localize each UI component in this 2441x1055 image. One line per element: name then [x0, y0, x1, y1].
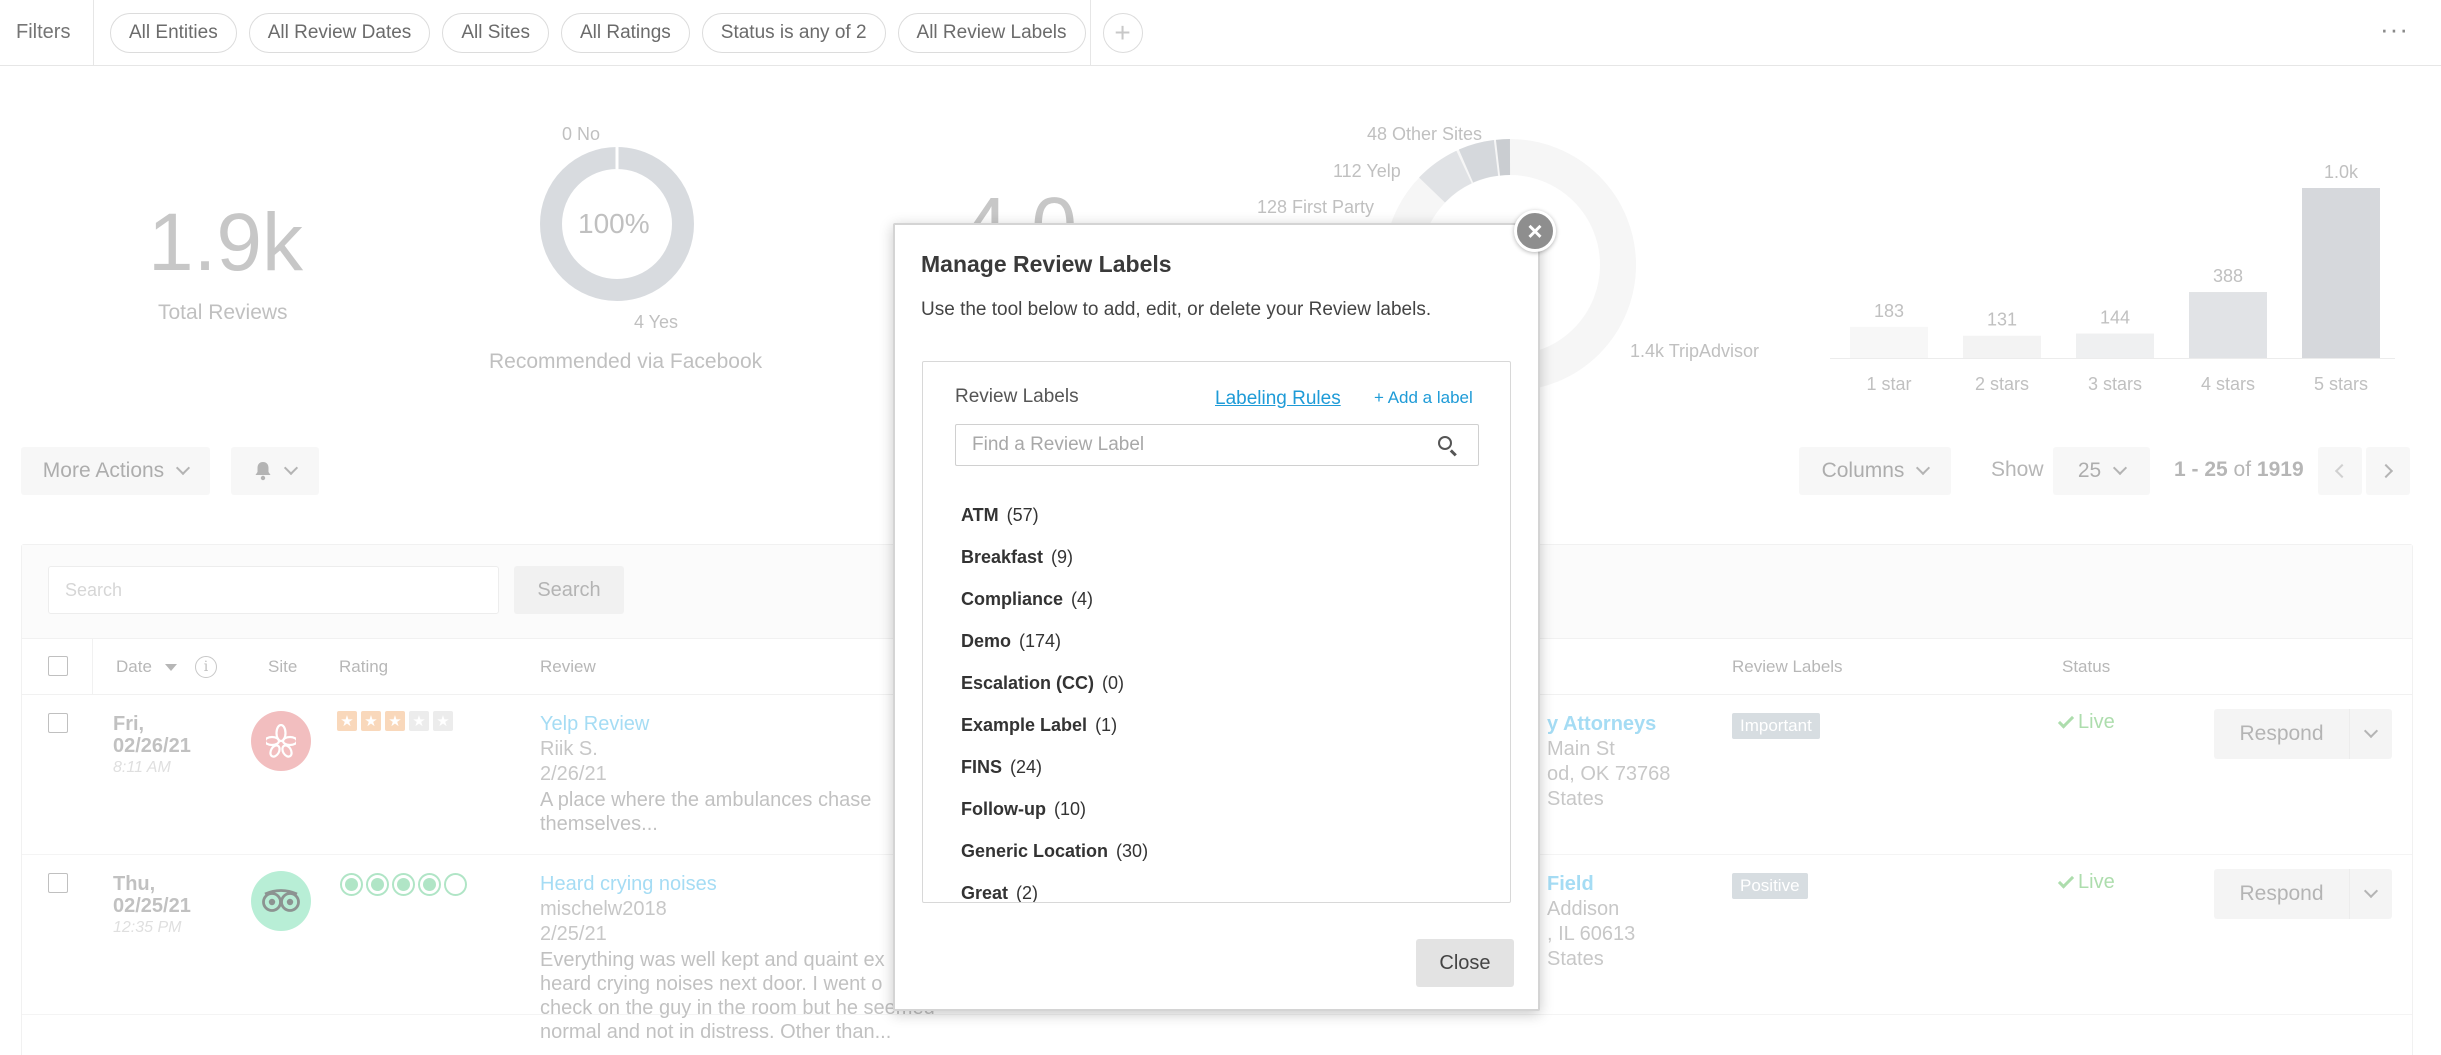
find-label-placeholder: Find a Review Label	[972, 434, 1145, 455]
label-item-compliance[interactable]: Compliance (4)	[961, 578, 1491, 620]
label-item-escalation[interactable]: Escalation (CC) (0)	[961, 662, 1491, 704]
label-count: (174)	[1019, 630, 1062, 651]
filter-chip-status[interactable]: Status is any of 2	[701, 12, 886, 53]
label-item-great[interactable]: Great (2)	[961, 872, 1491, 903]
modal-title: Manage Review Labels	[921, 251, 1172, 277]
close-icon[interactable]: ×	[1514, 210, 1556, 252]
add-label-link[interactable]: + Add a label	[1374, 388, 1473, 408]
filter-chip-ratings[interactable]: All Ratings	[560, 12, 690, 53]
find-label-input[interactable]: Find a Review Label	[955, 424, 1479, 466]
label-count: (1)	[1095, 714, 1118, 735]
label-name: Great	[961, 882, 1009, 903]
label-item-example-label[interactable]: Example Label (1)	[961, 704, 1491, 746]
label-name: Escalation (CC)	[961, 672, 1095, 693]
label-item-fins[interactable]: FINS (24)	[961, 746, 1491, 788]
label-count: (24)	[1010, 756, 1043, 777]
label-list: ATM (57) Breakfast (9) Compliance (4) Demo (…	[961, 494, 1491, 903]
label-count: (9)	[1051, 546, 1074, 567]
filter-bar: Filters All Entities All Review Dates Al…	[0, 0, 2441, 66]
filter-chip-entities[interactable]: All Entities	[110, 12, 237, 53]
label-item-follow-up[interactable]: Follow-up (10)	[961, 788, 1491, 830]
filter-chip-sites[interactable]: All Sites	[442, 12, 549, 53]
label-count: (0)	[1102, 672, 1125, 693]
label-count: (2)	[1016, 882, 1039, 903]
label-name: Compliance	[961, 588, 1064, 609]
filter-divider	[1089, 0, 1091, 66]
modal-description: Use the tool below to add, edit, or dele…	[921, 299, 1432, 320]
manage-review-labels-modal: Manage Review Labels Use the tool below …	[893, 223, 1540, 1011]
filters-label: Filters	[0, 0, 94, 66]
label-name: Generic Location	[961, 840, 1109, 861]
labeling-rules-link[interactable]: Labeling Rules	[1215, 388, 1341, 410]
label-name: ATM	[961, 504, 999, 525]
label-name: Demo	[961, 630, 1012, 651]
label-item-breakfast[interactable]: Breakfast (9)	[961, 536, 1491, 578]
label-name: Example Label	[961, 714, 1088, 735]
plus-icon[interactable]: +	[1102, 12, 1143, 53]
filter-chip-review-dates[interactable]: All Review Dates	[248, 12, 431, 53]
close-button[interactable]: Close	[1416, 939, 1514, 987]
review-labels-box: Review Labels Labeling Rules + Add a lab…	[922, 361, 1511, 903]
filter-chips: All Entities All Review Dates All Sites …	[94, 0, 1086, 66]
label-item-generic-location[interactable]: Generic Location (30)	[961, 830, 1491, 872]
ellipsis-icon[interactable]: ···	[2380, 14, 2409, 45]
label-count: (30)	[1116, 840, 1149, 861]
filter-chip-review-labels[interactable]: All Review Labels	[897, 12, 1086, 53]
label-item-demo[interactable]: Demo (174)	[961, 620, 1491, 662]
search-icon	[1438, 436, 1452, 450]
label-count: (10)	[1053, 798, 1086, 819]
label-name: FINS	[961, 756, 1003, 777]
label-name: Breakfast	[961, 546, 1044, 567]
review-dashboard: Filters All Entities All Review Dates Al…	[0, 0, 2441, 1055]
label-count: (4)	[1071, 588, 1094, 609]
label-name: Follow-up	[961, 798, 1046, 819]
review-labels-heading: Review Labels	[955, 386, 1079, 407]
label-item-atm[interactable]: ATM (57)	[961, 494, 1491, 536]
label-count: (57)	[1006, 504, 1039, 525]
